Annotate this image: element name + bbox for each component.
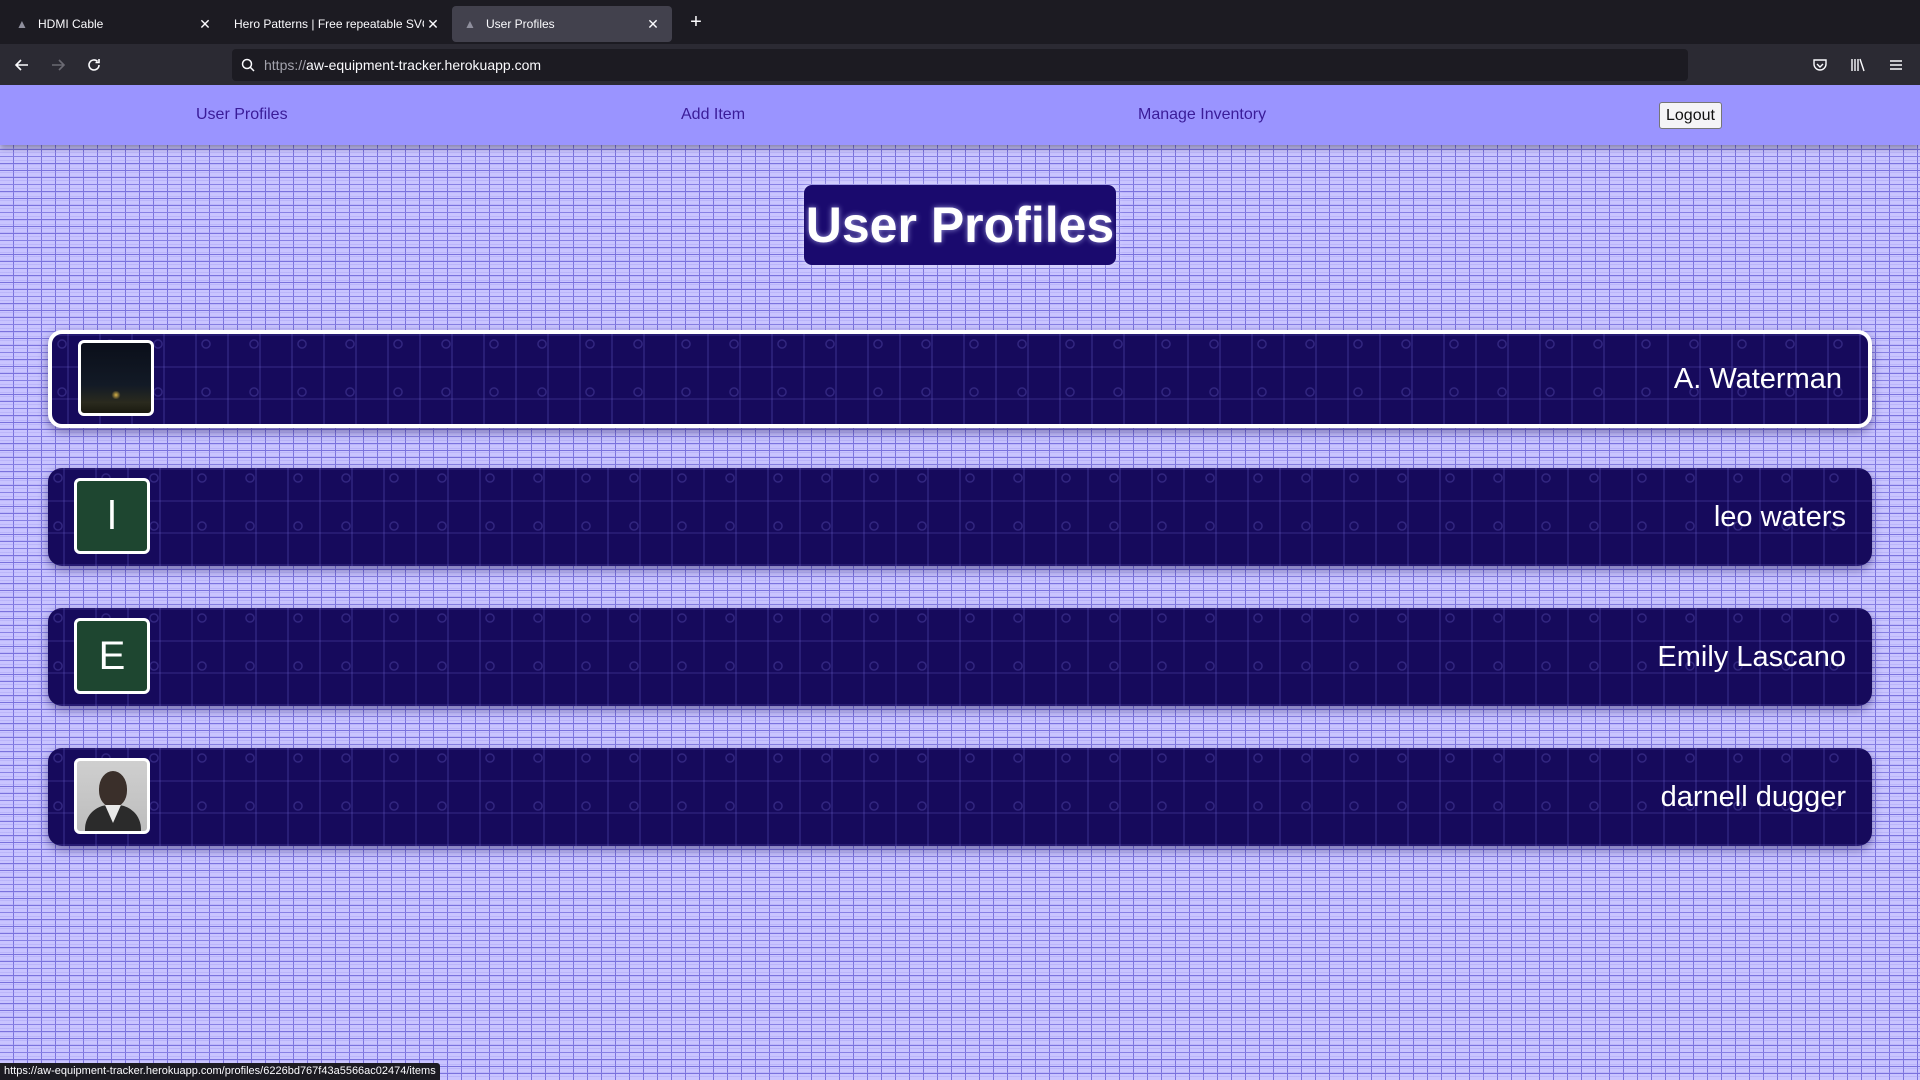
- url-scheme: https://: [264, 57, 307, 73]
- url-host: aw-equipment-tracker.herokuapp.com: [306, 57, 542, 73]
- tab-title: HDMI Cable: [38, 17, 104, 31]
- profile-card[interactable]: l leo waters: [48, 468, 1872, 566]
- close-icon[interactable]: ✕: [644, 16, 662, 33]
- pocket-icon[interactable]: [1804, 49, 1836, 81]
- close-icon[interactable]: ✕: [196, 16, 214, 33]
- avatar: E: [74, 618, 150, 694]
- avatar: l: [74, 478, 150, 554]
- browser-tab-strip: ▲ HDMI Cable ✕ Hero Patterns | Free repe…: [0, 0, 1920, 44]
- menu-icon[interactable]: [1880, 49, 1912, 81]
- profile-name: A. Waterman: [1673, 362, 1842, 395]
- browser-tab-1[interactable]: ▲ HDMI Cable ✕: [4, 6, 224, 42]
- status-bar-url: https://aw-equipment-tracker.herokuapp.c…: [0, 1063, 440, 1080]
- profile-name: darnell dugger: [1660, 780, 1846, 813]
- profile-card[interactable]: darnell dugger: [48, 748, 1872, 846]
- tab-title: Hero Patterns | Free repeatable SVG: [234, 17, 424, 31]
- search-icon: [232, 58, 264, 72]
- site-icon: ▲: [464, 17, 476, 31]
- site-icon: ▲: [16, 17, 28, 31]
- browser-tab-3-active[interactable]: ▲ User Profiles ✕: [452, 6, 672, 42]
- logout-button[interactable]: Logout: [1659, 102, 1722, 129]
- browser-nav-bar: https://aw-equipment-tracker.herokuapp.c…: [0, 44, 1920, 85]
- tab-title: User Profiles: [486, 17, 555, 31]
- page-title-box: User Profiles: [804, 185, 1116, 265]
- page-title: User Profiles: [805, 197, 1115, 253]
- address-bar[interactable]: https://aw-equipment-tracker.herokuapp.c…: [232, 49, 1688, 81]
- nav-link-manage-inventory[interactable]: Manage Inventory: [1138, 106, 1266, 124]
- page-content: User Profiles Add Item Manage Inventory …: [0, 85, 1920, 1080]
- browser-tab-2[interactable]: Hero Patterns | Free repeatable SVG ✕: [224, 6, 452, 42]
- new-tab-icon[interactable]: +: [680, 6, 712, 38]
- nav-link-user-profiles[interactable]: User Profiles: [196, 106, 288, 124]
- profile-card[interactable]: E Emily Lascano: [48, 608, 1872, 706]
- library-icon[interactable]: [1842, 49, 1874, 81]
- avatar: [78, 340, 154, 416]
- profile-name: leo waters: [1713, 500, 1846, 533]
- back-arrow-icon[interactable]: [4, 49, 40, 81]
- avatar: [74, 758, 150, 834]
- close-icon[interactable]: ✕: [424, 16, 442, 33]
- profile-card[interactable]: A. Waterman: [48, 330, 1872, 428]
- reload-icon[interactable]: [76, 49, 112, 81]
- nav-link-add-item[interactable]: Add Item: [681, 106, 745, 124]
- toolbar-right: [1804, 49, 1912, 81]
- site-navbar: User Profiles Add Item Manage Inventory …: [0, 85, 1920, 145]
- forward-arrow-icon[interactable]: [40, 49, 76, 81]
- profile-name: Emily Lascano: [1657, 640, 1846, 673]
